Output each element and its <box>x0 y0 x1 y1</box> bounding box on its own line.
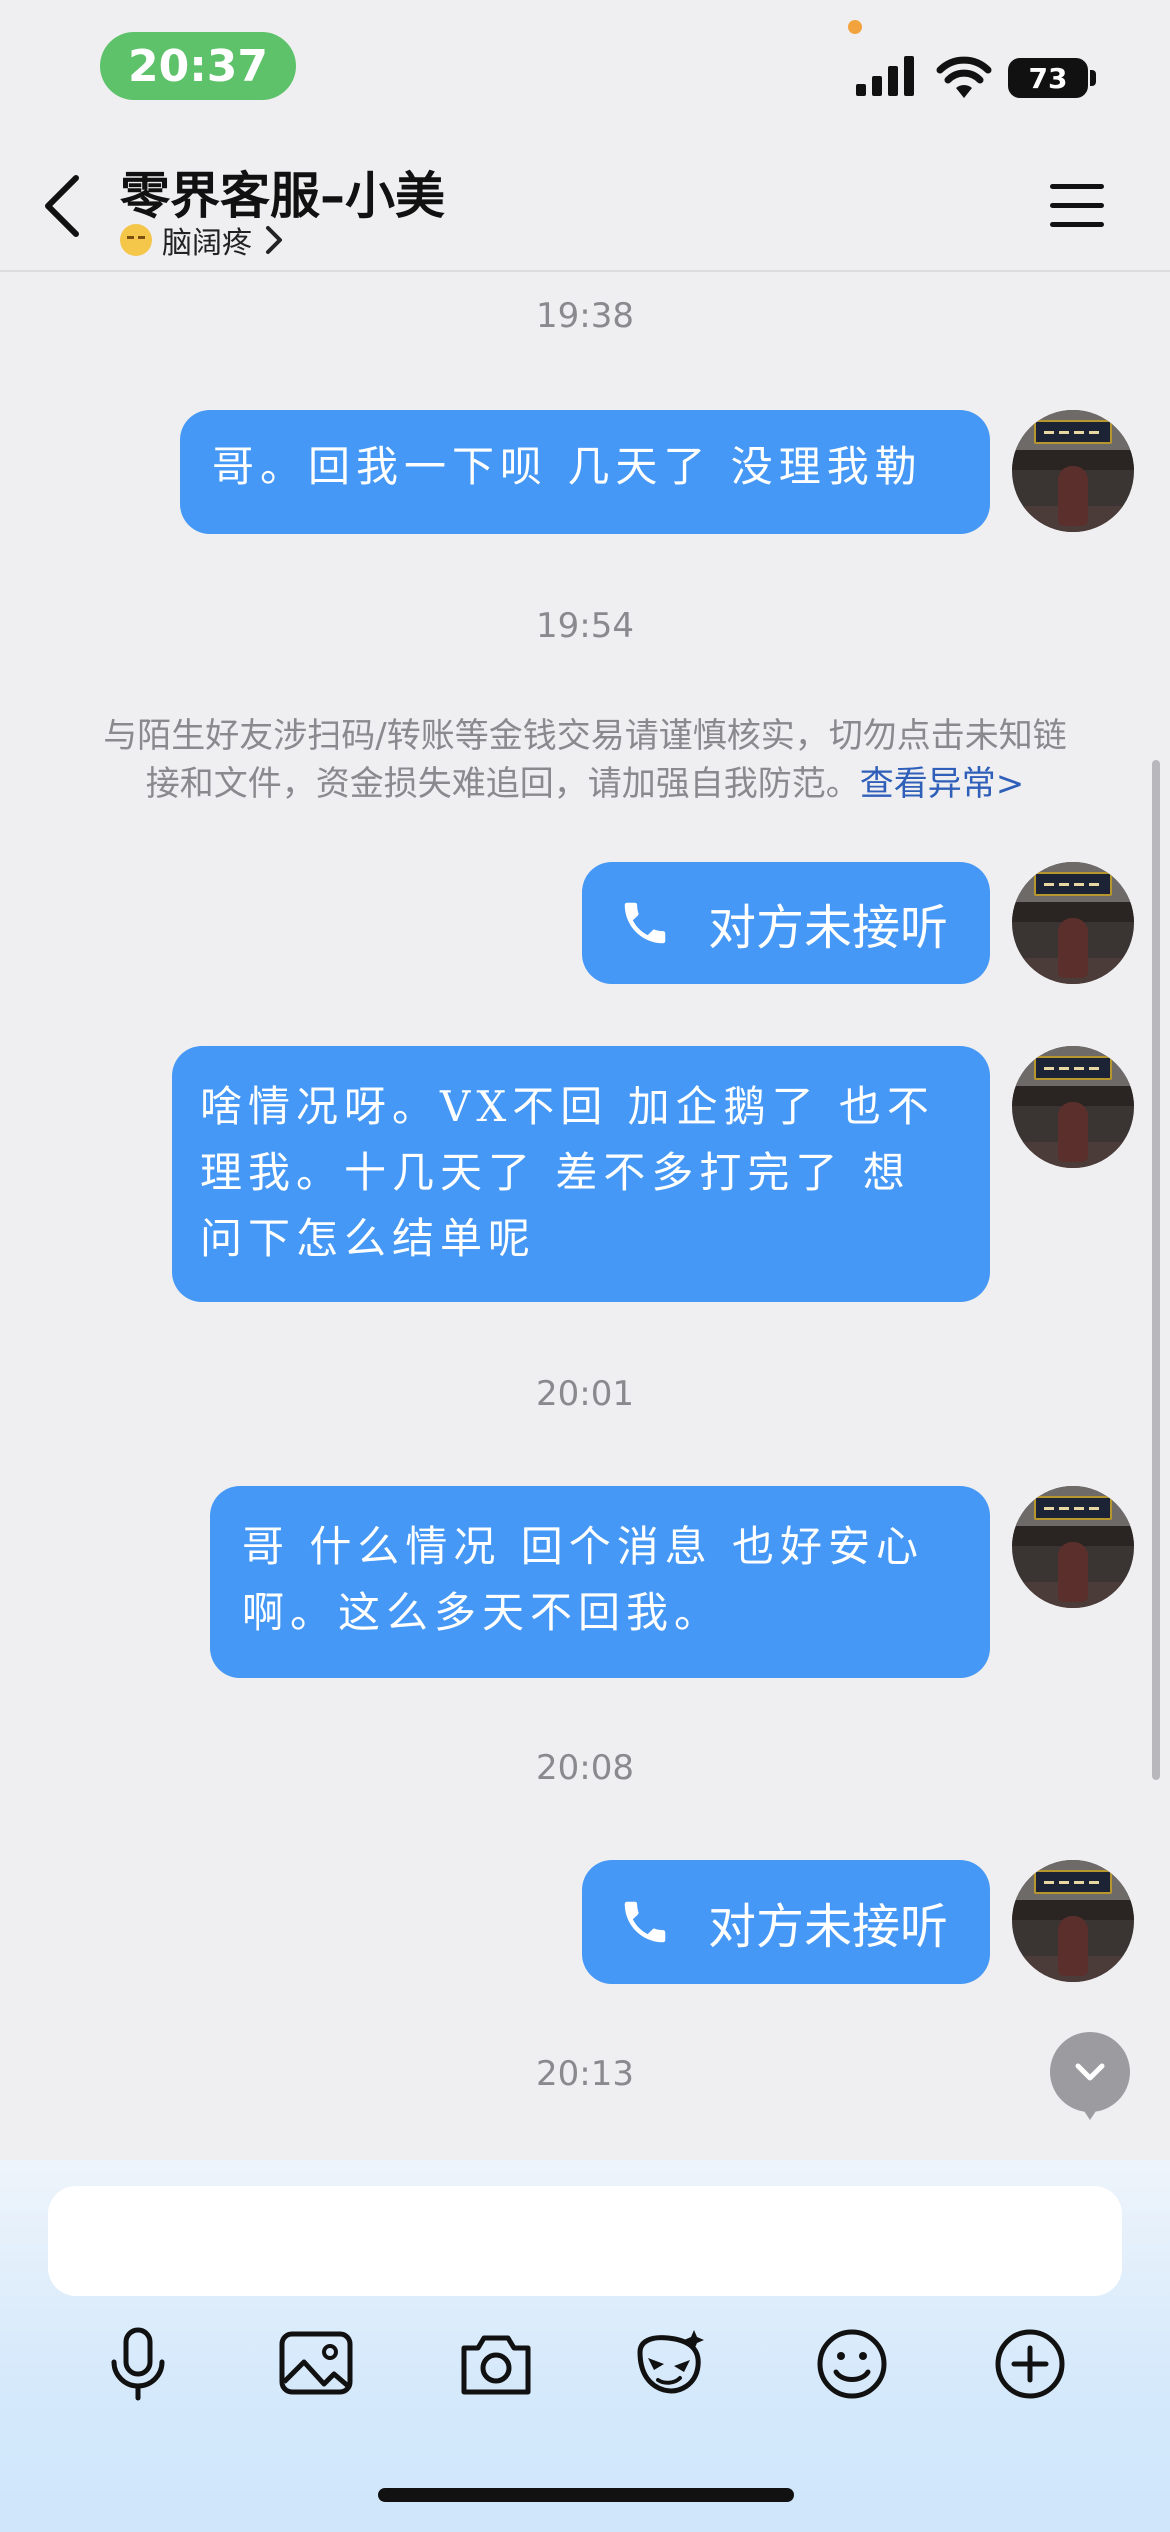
voice-button[interactable] <box>96 2322 180 2406</box>
avatar[interactable] <box>1012 410 1134 532</box>
timestamp: 20:01 <box>536 1374 634 1414</box>
missed-call-bubble[interactable]: 对方未接听 <box>582 1860 990 1984</box>
message-bubble[interactable]: 啥情况呀。VX不回 加企鹅了 也不 理我。十几天了 差不多打完了 想 问下怎么结… <box>172 1046 990 1302</box>
call-status-text: 对方未接听 <box>708 1899 949 1955</box>
message-text-line1: 啥情况呀。VX不回 加企鹅了 也不 <box>200 1082 935 1131</box>
avatar[interactable] <box>1012 1860 1134 1982</box>
timestamp: 19:54 <box>536 606 634 646</box>
menu-button[interactable] <box>1048 180 1106 232</box>
camera-button[interactable] <box>454 2322 538 2406</box>
chevron-right-icon <box>266 226 282 254</box>
timestamp: 19:38 <box>536 296 634 336</box>
cellular-signal-icon <box>856 56 914 96</box>
message-bubble[interactable]: 哥 什么情况 回个消息 也好安心 啊。这么多天不回我。 <box>210 1486 990 1678</box>
chevron-down-icon <box>1075 2063 1105 2081</box>
photo-button[interactable] <box>274 2322 358 2406</box>
camera-icon <box>461 2335 531 2395</box>
message-bubble[interactable]: 哥。回我一下呗 几天了 没理我勒 <box>180 410 990 534</box>
phone-icon <box>624 1901 666 1943</box>
phone-icon <box>624 902 666 944</box>
emoji-icon <box>817 2329 887 2399</box>
timestamp: 20:13 <box>536 2054 634 2094</box>
more-button[interactable] <box>988 2322 1072 2406</box>
emoji-button[interactable] <box>810 2322 894 2406</box>
avatar[interactable] <box>1012 1486 1134 1608</box>
call-status-text: 对方未接听 <box>708 900 949 956</box>
status-time: 20:37 <box>100 32 296 100</box>
view-exception-link[interactable]: 查看异常> <box>860 764 1025 804</box>
message-text-line2: 啊。这么多天不回我。 <box>242 1588 723 1637</box>
scrollbar[interactable] <box>1152 760 1160 1780</box>
privacy-indicator-dot <box>848 20 862 34</box>
timestamp: 20:08 <box>536 1748 634 1788</box>
message-text-line2: 理我。十几天了 差不多打完了 想 <box>200 1148 911 1197</box>
wifi-icon <box>936 56 992 98</box>
message-text-line1: 哥 什么情况 回个消息 也好安心 <box>242 1522 925 1571</box>
warning-text-line2: 接和文件，资金损失难追回，请加强自我防范。 <box>145 764 860 804</box>
contact-status[interactable]: 脑阔疼 <box>120 222 286 261</box>
back-button[interactable] <box>36 168 88 244</box>
message-input[interactable] <box>48 2186 1122 2296</box>
avatar[interactable] <box>1012 862 1134 984</box>
scroll-to-bottom-button[interactable] <box>1050 2032 1130 2120</box>
home-indicator <box>378 2488 794 2502</box>
sticker-button[interactable] <box>628 2322 712 2406</box>
battery-tip <box>1090 70 1096 86</box>
message-text: 哥。回我一下呗 几天了 没理我勒 <box>212 442 923 491</box>
status-text: 脑阔疼 <box>162 226 252 261</box>
image-icon <box>279 2331 353 2395</box>
plus-icon <box>995 2329 1065 2399</box>
battery-indicator: 73 <box>1008 58 1088 98</box>
security-warning: 与陌生好友涉扫码/转账等金钱交易请谨慎核实，切勿点击未知链 接和文件，资金损失难… <box>50 712 1120 808</box>
sticker-icon <box>637 2330 704 2394</box>
avatar[interactable] <box>1012 1046 1134 1168</box>
microphone-icon <box>111 2327 165 2401</box>
warning-text-line1: 与陌生好友涉扫码/转账等金钱交易请谨慎核实，切勿点击未知链 <box>103 716 1067 756</box>
message-text-line3: 问下怎么结单呢 <box>200 1214 537 1263</box>
status-emoji-icon <box>120 224 152 256</box>
missed-call-bubble[interactable]: 对方未接听 <box>582 862 990 984</box>
